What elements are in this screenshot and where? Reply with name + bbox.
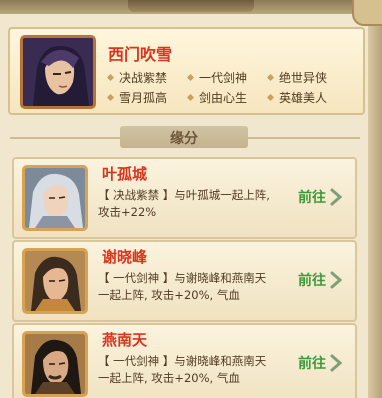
fate-panel: 西门吹雪 决战紫禁 一代剑神 绝世异侠 雪月孤高 剑由心生 英雄美人 缘分 叶孤… [0, 0, 382, 398]
goto-button[interactable]: 前往 [298, 352, 342, 374]
diamond-bullet-icon [266, 73, 275, 82]
divider [10, 137, 120, 139]
diamond-bullet-icon [106, 73, 115, 82]
panel-top-tab [128, 0, 254, 12]
trait-item: 雪月孤高 [106, 89, 167, 106]
section-header: 缘分 [0, 124, 368, 150]
diamond-bullet-icon [186, 73, 195, 82]
diamond-bullet-icon [106, 93, 115, 102]
goto-button[interactable]: 前往 [298, 269, 342, 291]
trait-item: 剑由心生 [186, 89, 247, 106]
fate-name: 叶孤城 [102, 165, 148, 183]
diamond-bullet-icon [186, 93, 195, 102]
fate-row: 燕南天 【 一代剑神 】与谢晓峰和燕南天 一起上阵, 攻击+20%, 气血 前往 [12, 323, 357, 398]
fate-description: 【 一代剑神 】与谢晓峰和燕南天 一起上阵, 攻击+20%, 气血 [98, 271, 267, 302]
fate-name: 燕南天 [102, 331, 148, 349]
hero-name: 西门吹雪 [108, 45, 173, 64]
panel-corner-ornament [352, 0, 382, 26]
hero-portrait-icon [20, 35, 96, 109]
goto-button[interactable]: 前往 [298, 186, 342, 208]
chevron-right-icon [330, 188, 342, 206]
diamond-bullet-icon [266, 93, 275, 102]
fate-row: 谢晓峰 【 一代剑神 】与谢晓峰和燕南天 一起上阵, 攻击+20%, 气血 前往 [12, 240, 357, 322]
chevron-right-icon [330, 354, 342, 372]
trait-item: 绝世异侠 [266, 69, 327, 86]
fate-portrait-icon [22, 331, 88, 397]
divider [248, 137, 360, 139]
section-title: 缘分 [170, 131, 198, 147]
hero-card: 西门吹雪 决战紫禁 一代剑神 绝世异侠 雪月孤高 剑由心生 英雄美人 [8, 27, 365, 115]
fate-row: 叶孤城 【 决战紫禁 】与叶孤城一起上阵, 攻击+22% 前往 [12, 157, 357, 239]
trait-item: 英雄美人 [266, 89, 327, 106]
trait-item: 一代剑神 [186, 69, 247, 86]
fate-portrait-icon [22, 248, 88, 314]
panel-right-border [368, 0, 382, 398]
trait-item: 决战紫禁 [106, 69, 167, 86]
fate-portrait-icon [22, 165, 88, 231]
chevron-right-icon [330, 271, 342, 289]
fate-description: 【 决战紫禁 】与叶孤城一起上阵, 攻击+22% [98, 188, 270, 219]
fate-description: 【 一代剑神 】与谢晓峰和燕南天 一起上阵, 攻击+20%, 气血 [98, 354, 267, 385]
fate-name: 谢晓峰 [102, 248, 148, 266]
